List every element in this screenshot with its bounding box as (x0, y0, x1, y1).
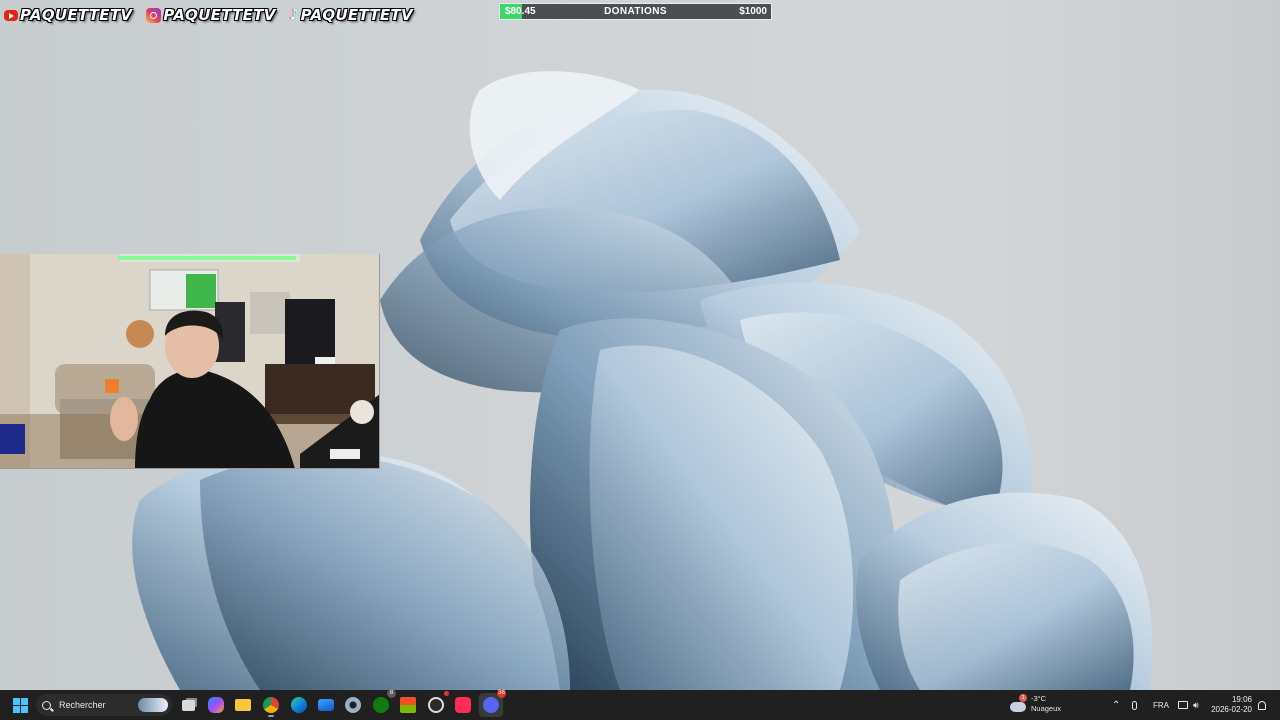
windows-taskbar: Rechercher 8 38 -3°C Nuageux 1 ⌃ FRA 🔊︎ … (0, 689, 1280, 720)
language-indicator[interactable]: FRA (1153, 690, 1169, 720)
social-handle: PAQUETTETV (20, 6, 133, 24)
taskbar-app-task-view[interactable] (176, 693, 200, 717)
speaker-icon: 🔊︎ (1193, 699, 1199, 710)
network-button[interactable] (1178, 690, 1188, 720)
taskbar-app-discord[interactable]: 38 (479, 689, 506, 717)
taskbar-app-mail[interactable] (314, 693, 338, 717)
taskbar-app-copilot[interactable] (204, 693, 228, 717)
chevron-up-icon: ⌃ (1112, 699, 1121, 711)
tiktok-icon (455, 697, 471, 713)
taskbar-app-tiktok-live[interactable] (451, 693, 475, 717)
social-tiktok: ♪ PAQUETTETV (290, 6, 413, 24)
clock-time: 19:06 (1231, 695, 1252, 704)
weather-alert-badge: 1 (1019, 694, 1027, 702)
search-placeholder: Rechercher (59, 700, 106, 710)
clock-date: 2026-02-20 (1211, 705, 1252, 714)
chrome-icon (263, 697, 279, 713)
mail-icon (318, 699, 334, 711)
start-button[interactable] (8, 693, 32, 717)
taskbar-app-xbox[interactable]: 8 (369, 689, 396, 717)
xbox-icon (373, 697, 389, 713)
social-handle: PAQUETTETV (163, 6, 276, 24)
store-icon (400, 697, 416, 713)
tiktok-icon: ♪ (289, 6, 299, 23)
social-handles-overlay: PAQUETTETV PAQUETTETV ♪ PAQUETTETV (4, 6, 413, 24)
notification-badge: 38 (497, 689, 506, 698)
weather-temperature: -3°C (1031, 694, 1047, 703)
notification-badge: 8 (387, 689, 396, 698)
webcam-image (0, 254, 379, 468)
instagram-icon (146, 7, 162, 23)
taskbar-app-chrome[interactable] (259, 693, 283, 717)
notifications-button[interactable] (1258, 690, 1266, 720)
bell-icon (1258, 700, 1266, 710)
running-indicator (268, 715, 274, 717)
youtube-icon (4, 9, 18, 21)
social-youtube: PAQUETTETV (4, 6, 132, 24)
edge-icon (291, 697, 307, 713)
microphone-button[interactable] (1132, 690, 1137, 720)
webcam-feed (0, 254, 380, 469)
donation-goal: $1000 (739, 6, 767, 17)
taskbar-app-file-explorer[interactable] (231, 693, 255, 717)
folder-icon (235, 699, 251, 711)
taskbar-app-edge[interactable] (287, 693, 311, 717)
recording-indicator (444, 691, 449, 696)
copilot-icon (208, 697, 224, 713)
show-hidden-icons-button[interactable]: ⌃ (1112, 690, 1120, 720)
system-clock[interactable]: 19:06 2026-02-20 (1211, 695, 1252, 715)
taskbar-app-settings[interactable] (341, 693, 365, 717)
network-icon (1178, 701, 1188, 709)
donation-goal-bar: $80.45 DONATIONS $1000 (499, 3, 772, 20)
weather-condition: Nuageux (1031, 704, 1062, 713)
task-view-icon (181, 699, 195, 711)
language-code: FRA (1153, 700, 1169, 710)
cloudy-weather-icon (1010, 702, 1026, 712)
taskbar-app-obs[interactable] (424, 691, 449, 717)
weather-widget[interactable]: -3°C Nuageux (1010, 694, 1061, 714)
search-highlight-image (138, 698, 168, 712)
windows-logo-icon (12, 697, 28, 713)
search-icon (42, 700, 51, 710)
social-handle: PAQUETTETV (300, 6, 413, 24)
gear-icon (345, 697, 361, 713)
taskbar-search[interactable]: Rechercher (36, 694, 172, 716)
taskbar-app-store[interactable] (396, 693, 420, 717)
discord-icon (483, 697, 499, 713)
social-instagram: PAQUETTETV (146, 6, 275, 24)
microphone-icon (1132, 700, 1137, 710)
volume-button[interactable]: 🔊︎ (1193, 690, 1199, 720)
obs-icon (428, 697, 444, 713)
donation-title: DONATIONS (604, 6, 667, 17)
